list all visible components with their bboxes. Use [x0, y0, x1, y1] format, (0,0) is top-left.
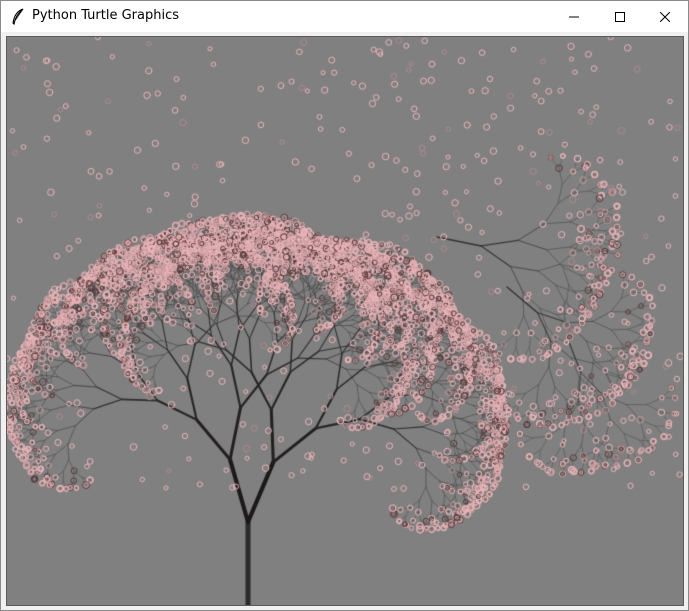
tree-drawing: [7, 37, 683, 605]
close-button[interactable]: [642, 1, 688, 32]
title-bar[interactable]: Python Turtle Graphics: [1, 1, 688, 32]
maximize-icon: [615, 11, 625, 22]
turtle-window: Python Turtle Graphics: [0, 0, 689, 611]
close-icon: [660, 11, 670, 22]
feather-icon: [11, 8, 25, 26]
turtle-canvas-area[interactable]: [6, 36, 684, 606]
maximize-button[interactable]: [597, 1, 643, 32]
minimize-button[interactable]: [551, 1, 597, 32]
minimize-icon: [569, 12, 579, 22]
window-title: Python Turtle Graphics: [32, 8, 179, 23]
